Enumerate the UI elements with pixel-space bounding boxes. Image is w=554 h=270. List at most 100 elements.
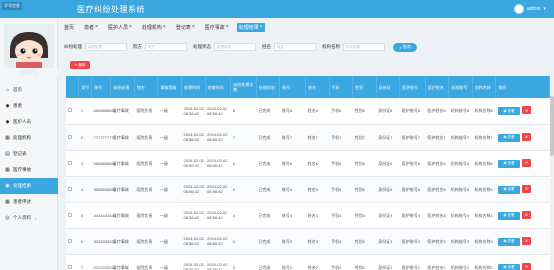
- close-icon[interactable]: ×: [163, 24, 166, 30]
- query-button[interactable]: ⌕ 查询: [393, 42, 417, 52]
- filter-input[interactable]: 姓名: [274, 43, 316, 51]
- tab-0[interactable]: 首页: [62, 23, 76, 32]
- sidebar-item-label: 处理机构: [13, 135, 31, 140]
- row-delete-button[interactable]: ✕: [521, 236, 531, 245]
- vertical-scrollbar[interactable]: [550, 76, 554, 270]
- filter-input[interactable]: 纠纷处理: [85, 43, 127, 51]
- close-icon[interactable]: ×: [226, 24, 229, 30]
- cell-idx: 5: [78, 202, 92, 229]
- cell-t2: 2024-02-02 08:56:42: [205, 124, 231, 151]
- cell-name: 姓名5: [305, 176, 330, 203]
- tab-3[interactable]: 处理机构 ×: [140, 23, 168, 32]
- row-checkbox[interactable]: [68, 212, 72, 217]
- sidebar-item-2[interactable]: ◆ 医护人员: [0, 114, 58, 130]
- row-delete-button[interactable]: ✕: [521, 184, 531, 193]
- cell-idx: 7: [78, 254, 92, 270]
- column-header: 账号: [91, 76, 112, 98]
- tab-label: 患者: [84, 24, 95, 31]
- cell-count: 6: [230, 150, 257, 177]
- row-delete-button[interactable]: ✕: [521, 106, 531, 115]
- cell-t2: 2024-02-02 08:56:42: [205, 254, 231, 270]
- cell-side: 医院负责: [134, 150, 158, 177]
- close-icon[interactable]: ×: [129, 24, 132, 30]
- view-button[interactable]: ▣ 查看: [497, 263, 520, 270]
- filter-label: 纠纷处理: [64, 44, 82, 49]
- filter-input[interactable]: 机构名称: [343, 43, 385, 51]
- cell-idx: 4: [78, 176, 92, 203]
- tab-4[interactable]: 登记表 ×: [174, 23, 197, 32]
- tab-label: 医疗事故: [204, 24, 225, 31]
- cell-id: 身份证6: [376, 150, 400, 177]
- cell-dname: 医护姓名3: [425, 228, 449, 255]
- row-checkbox[interactable]: [68, 238, 72, 243]
- cell-id: 身份证4: [376, 202, 400, 229]
- cell-oacc: 机构账号4: [448, 202, 473, 229]
- sidebar-item-4[interactable]: ▤ 登记表: [0, 146, 58, 162]
- cell-count: 2: [230, 254, 257, 270]
- row-checkbox[interactable]: [68, 160, 72, 165]
- filter-label: 处理状态: [193, 44, 211, 49]
- sidebar-item-8[interactable]: ◎ 个人资料 ›: [0, 210, 58, 226]
- view-icon: ▣: [503, 161, 507, 165]
- close-icon: ✕: [74, 63, 78, 67]
- building-icon: ▦: [5, 135, 10, 141]
- row-checkbox[interactable]: [68, 134, 72, 139]
- view-button[interactable]: ▣ 查看: [497, 133, 520, 142]
- view-button[interactable]: ▣ 查看: [497, 237, 520, 246]
- appeal-icon: ▦: [5, 199, 10, 205]
- cell-t2: 2024-02-02 08:56:42: [205, 202, 231, 229]
- top-header: 学号信息 医疗纠纷处理系统 admin ▾: [0, 0, 554, 18]
- row-delete-button[interactable]: ✕: [521, 158, 531, 167]
- cell-phone: 手机7: [329, 124, 353, 151]
- cell-t1: 2024-02-02 08:56:42: [181, 202, 206, 229]
- cell-account: 3333333333: [91, 228, 116, 255]
- cell-idx: 2: [78, 124, 92, 151]
- view-button[interactable]: ▣ 查看: [497, 107, 520, 116]
- tab-2[interactable]: 医护人员 ×: [106, 23, 134, 32]
- sidebar-item-3[interactable]: ▦ 处理机构: [0, 130, 58, 146]
- cell-acc2: 账号2: [279, 254, 306, 270]
- sidebar-item-1[interactable]: ◆ 患者: [0, 98, 58, 114]
- cell-status: 已完成: [256, 98, 280, 125]
- view-button[interactable]: ▣ 查看: [497, 211, 520, 220]
- cell-dacc: 医护账号7: [399, 124, 426, 151]
- batch-delete-button[interactable]: ✕ 删除: [70, 61, 90, 69]
- column-header: 手机: [329, 76, 354, 98]
- cell-dacc: 医护账号3: [399, 228, 426, 255]
- cell-oname: 机构名称5: [472, 176, 496, 203]
- sidebar-item-5[interactable]: ▦ 医疗事故: [0, 162, 58, 178]
- cell-oacc: 机构账号6: [448, 150, 473, 177]
- row-checkbox[interactable]: [68, 264, 72, 269]
- sidebar-item-6[interactable]: ◉ 处理结果: [0, 178, 58, 194]
- view-button[interactable]: ▣ 查看: [497, 159, 520, 168]
- table-row: 7 2222222222 医疗事故 医院负责 一级 2024-02-02 08:56:42…: [66, 254, 550, 270]
- actions-cell: ▣ 查看 ✕: [495, 124, 550, 151]
- sidebar-item-0[interactable]: ⌂ 首页: [0, 82, 58, 98]
- view-button[interactable]: ▣ 查看: [497, 185, 520, 194]
- filter-input[interactable]: 院方: [145, 43, 187, 51]
- cell-id: 身份证7: [376, 124, 400, 151]
- row-checkbox[interactable]: [68, 108, 72, 113]
- filter-input[interactable]: 处理状态: [214, 43, 256, 51]
- tab-6[interactable]: 处理结果 ×: [236, 22, 265, 32]
- row-checkbox[interactable]: [68, 186, 72, 191]
- search-icon: ⌕: [399, 44, 402, 50]
- user-menu[interactable]: admin ▾: [513, 4, 546, 14]
- cell-t1: 2024-02-02 08:56:42: [181, 98, 206, 125]
- tab-1[interactable]: 患者 ×: [82, 23, 100, 32]
- row-delete-button[interactable]: ✕: [521, 210, 531, 219]
- close-icon[interactable]: ×: [192, 24, 195, 30]
- cell-account: 7777777777: [91, 124, 116, 151]
- close-icon[interactable]: ×: [95, 24, 98, 30]
- cell-dacc: 医护账号8: [399, 98, 426, 125]
- close-icon[interactable]: ×: [260, 24, 263, 30]
- sidebar-item-7[interactable]: ▦ 患者申述: [0, 194, 58, 210]
- cell-t1: 2024-02-02 08:56:42: [181, 150, 206, 177]
- cell-status: 已完成: [256, 202, 280, 229]
- scrollbar-thumb[interactable]: [550, 96, 554, 156]
- row-delete-button[interactable]: ✕: [521, 262, 531, 270]
- tab-5[interactable]: 医疗事故 ×: [203, 23, 231, 32]
- cell-acc2: 账号3: [279, 228, 306, 255]
- cell-acc2: 账号8: [279, 98, 306, 125]
- row-delete-button[interactable]: ✕: [521, 132, 531, 141]
